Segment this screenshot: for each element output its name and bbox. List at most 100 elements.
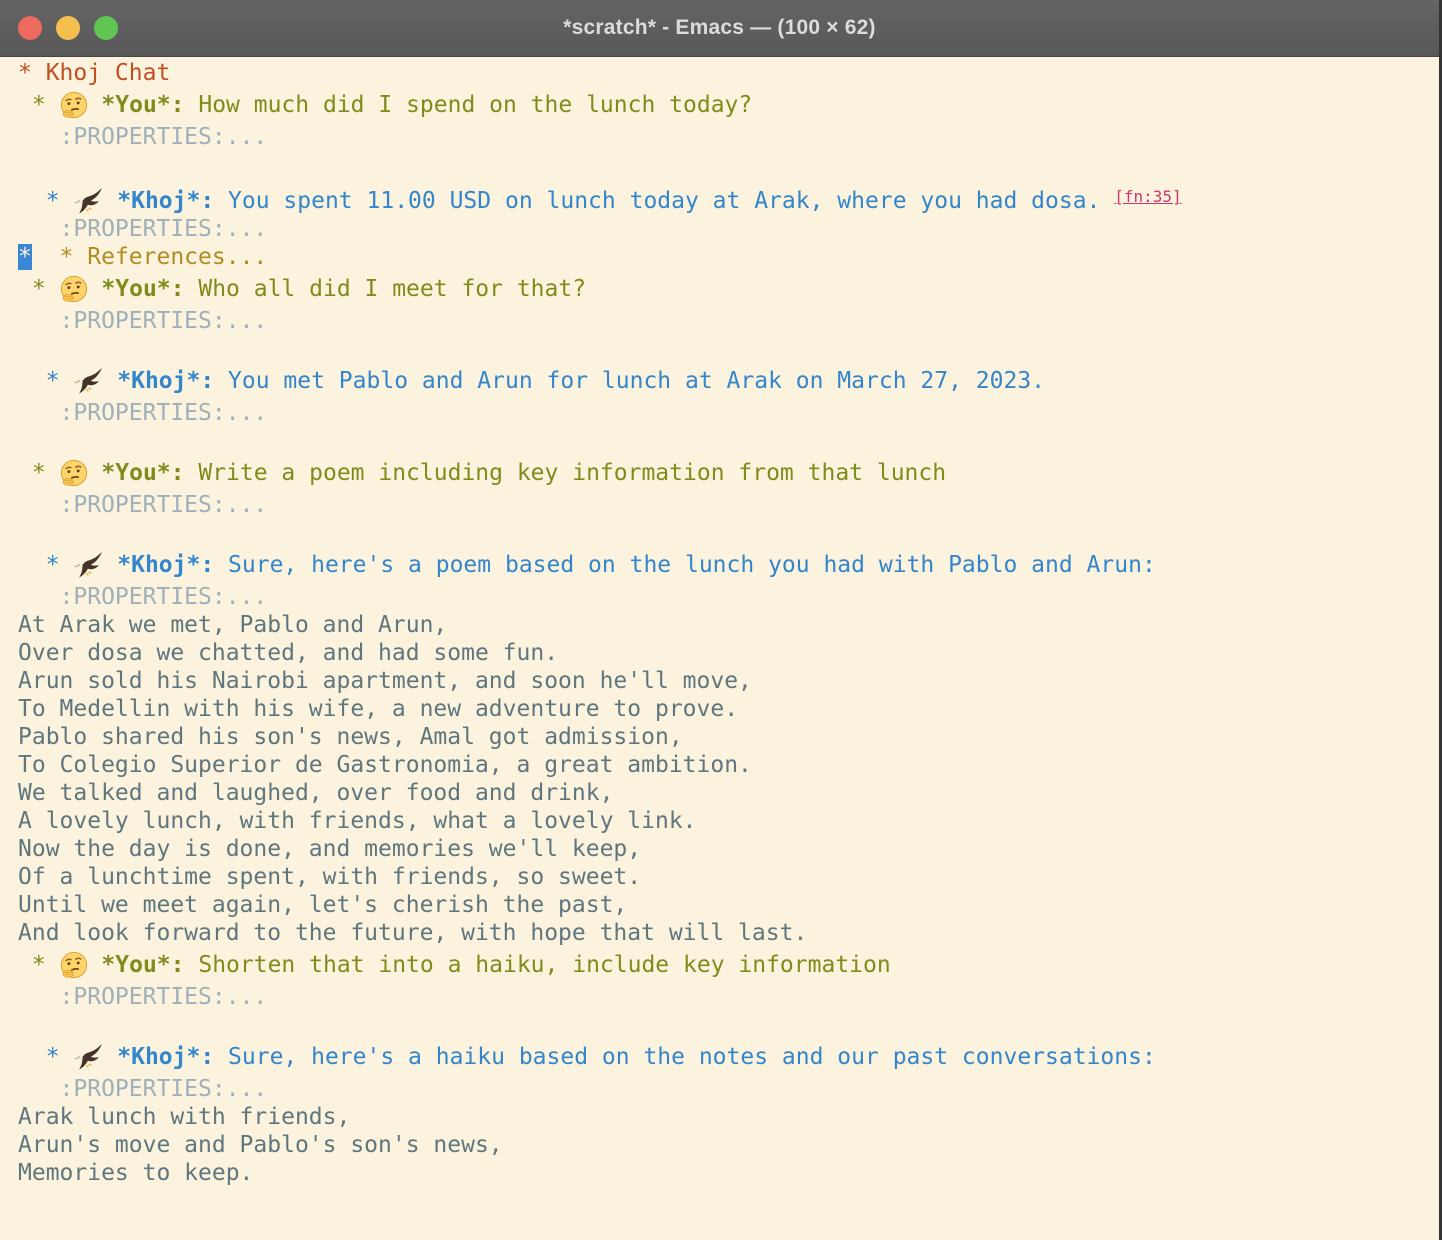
properties-drawer[interactable]: :PROPERTIES:... — [18, 307, 1439, 335]
chat-body-line: Arun sold his Nairobi apartment, and soo… — [18, 667, 1439, 695]
properties-drawer[interactable]: :PROPERTIES:... — [18, 399, 1439, 427]
properties-drawer[interactable]: :PROPERTIES:... — [18, 1075, 1439, 1103]
khoj-message-text: * — [18, 368, 73, 394]
chat-body-text: Arun sold his Nairobi apartment, and soo… — [18, 668, 752, 694]
chat-body-text: A lovely lunch, with friends, what a lov… — [18, 808, 697, 834]
khoj-message-text: You met Pablo and Arun for lunch at Arak… — [214, 368, 1045, 394]
khoj-message-text: You spent 11.00 USD on lunch today at Ar… — [214, 188, 1114, 214]
footnote-link[interactable]: [fn:35] — [1114, 187, 1181, 206]
you-message-text: * — [18, 952, 60, 978]
you-message-heading[interactable]: * *You*: How much did I spend on the lun… — [18, 87, 1439, 123]
you-message-text: * — [18, 92, 60, 118]
chat-body-line: And look forward to the future, with hop… — [18, 919, 1439, 947]
properties-drawer-label: :PROPERTIES:... — [18, 308, 267, 334]
traffic-light-controls — [18, 16, 118, 40]
chat-body-text: To Colegio Superior de Gastronomia, a gr… — [18, 752, 752, 778]
buffer-title-text: * Khoj Chat — [18, 60, 170, 86]
properties-drawer-label: :PROPERTIES:... — [18, 124, 267, 150]
you-name-label: *You*: — [101, 952, 184, 978]
chat-body-text: Pablo shared his son's news, Amal got ad… — [18, 724, 683, 750]
close-button[interactable] — [18, 16, 42, 40]
properties-drawer[interactable]: :PROPERTIES:... — [18, 583, 1439, 611]
blank-line — [18, 335, 1439, 363]
chat-body-line: To Colegio Superior de Gastronomia, a gr… — [18, 751, 1439, 779]
chat-body-line: Memories to keep. — [18, 1159, 1439, 1187]
window-title: *scratch* - Emacs — (100 × 62) — [563, 16, 875, 40]
references-label: * References... — [32, 244, 267, 270]
chat-body-line: Now the day is done, and memories we'll … — [18, 835, 1439, 863]
you-message-text: * — [18, 460, 60, 486]
you-message-text: Who all did I meet for that? — [185, 276, 587, 302]
khoj-message-heading[interactable]: * *Khoj*: You met Pablo and Arun for lun… — [18, 363, 1439, 399]
chat-body-text: Memories to keep. — [18, 1160, 253, 1186]
thinking-face-emoji — [60, 952, 88, 978]
properties-drawer-label: :PROPERTIES:... — [18, 492, 267, 518]
properties-drawer[interactable]: :PROPERTIES:... — [18, 123, 1439, 151]
properties-drawer-label: :PROPERTIES:... — [18, 584, 267, 610]
chat-body-text: To Medellin with his wife, a new adventu… — [18, 696, 738, 722]
window-titlebar[interactable]: *scratch* - Emacs — (100 × 62) — [0, 0, 1439, 57]
chat-body-line: Over dosa we chatted, and had some fun. — [18, 639, 1439, 667]
you-message-text — [88, 952, 102, 978]
khoj-message-text: Sure, here's a haiku based on the notes … — [214, 1044, 1156, 1070]
chat-body-text: And look forward to the future, with hop… — [18, 920, 807, 946]
properties-drawer[interactable]: :PROPERTIES:... — [18, 491, 1439, 519]
buffer-title-heading[interactable]: * Khoj Chat — [18, 59, 1439, 87]
zoom-button[interactable] — [94, 16, 118, 40]
you-message-text: How much did I spend on the lunch today? — [185, 92, 753, 118]
eagle-emoji — [73, 368, 103, 394]
khoj-name-label: *Khoj*: — [117, 188, 214, 214]
khoj-message-text: Sure, here's a poem based on the lunch y… — [214, 552, 1156, 578]
thinking-face-emoji — [60, 92, 88, 118]
you-message-heading[interactable]: * *You*: Who all did I meet for that? — [18, 271, 1439, 307]
you-name-label: *You*: — [101, 276, 184, 302]
chat-body-text: Over dosa we chatted, and had some fun. — [18, 640, 558, 666]
khoj-message-heading[interactable]: * *Khoj*: Sure, here's a poem based on t… — [18, 547, 1439, 583]
khoj-message-text — [103, 1044, 117, 1070]
chat-body-line: Arak lunch with friends, — [18, 1103, 1439, 1131]
blank-line — [18, 519, 1439, 547]
khoj-message-text: * — [18, 552, 73, 578]
khoj-message-text — [103, 552, 117, 578]
khoj-message-text — [103, 188, 117, 214]
blank-line — [18, 151, 1439, 179]
you-message-text — [88, 460, 102, 486]
chat-body-text: Arun's move and Pablo's son's news, — [18, 1132, 503, 1158]
chat-body-text: Until we meet again, let's cherish the p… — [18, 892, 627, 918]
khoj-message-text: * — [18, 1044, 73, 1070]
chat-body-text: Of a lunchtime spent, with friends, so s… — [18, 864, 641, 890]
chat-body-text: Now the day is done, and memories we'll … — [18, 836, 641, 862]
khoj-message-text: * — [18, 188, 73, 214]
emacs-buffer[interactable]: * Khoj Chat * *You*: How much did I spen… — [0, 57, 1439, 1187]
you-message-heading[interactable]: * *You*: Shorten that into a haiku, incl… — [18, 947, 1439, 983]
khoj-name-label: *Khoj*: — [117, 368, 214, 394]
khoj-name-label: *Khoj*: — [117, 552, 214, 578]
references-heading[interactable]: * * References... — [18, 243, 1439, 271]
chat-body-line: Of a lunchtime spent, with friends, so s… — [18, 863, 1439, 891]
eagle-emoji — [73, 1044, 103, 1070]
khoj-message-text — [103, 368, 117, 394]
chat-body-line: We talked and laughed, over food and dri… — [18, 779, 1439, 807]
you-name-label: *You*: — [101, 92, 184, 118]
blank-line — [18, 427, 1439, 455]
properties-drawer[interactable]: :PROPERTIES:... — [18, 983, 1439, 1011]
khoj-message-heading[interactable]: * *Khoj*: You spent 11.00 USD on lunch t… — [18, 179, 1439, 215]
khoj-message-heading[interactable]: * *Khoj*: Sure, here's a haiku based on … — [18, 1039, 1439, 1075]
chat-body-line: At Arak we met, Pablo and Arun, — [18, 611, 1439, 639]
you-message-text — [88, 276, 102, 302]
eagle-emoji — [73, 188, 103, 214]
you-message-heading[interactable]: * *You*: Write a poem including key info… — [18, 455, 1439, 491]
minimize-button[interactable] — [56, 16, 80, 40]
properties-drawer[interactable]: :PROPERTIES:... — [18, 215, 1439, 243]
properties-drawer-label: :PROPERTIES:... — [18, 984, 267, 1010]
chat-body-text: Arak lunch with friends, — [18, 1104, 350, 1130]
properties-drawer-label: :PROPERTIES:... — [18, 400, 267, 426]
text-cursor: * — [18, 244, 32, 270]
khoj-name-label: *Khoj*: — [117, 1044, 214, 1070]
properties-drawer-label: :PROPERTIES:... — [18, 1076, 267, 1102]
you-message-text: * — [18, 276, 60, 302]
chat-body-line: To Medellin with his wife, a new adventu… — [18, 695, 1439, 723]
blank-line — [18, 1011, 1439, 1039]
thinking-face-emoji — [60, 276, 88, 302]
you-message-text: Write a poem including key information f… — [185, 460, 947, 486]
